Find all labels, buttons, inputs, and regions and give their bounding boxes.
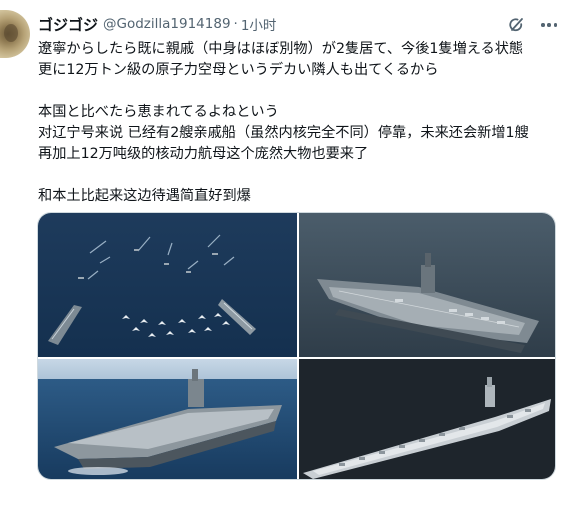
tweet-line: 本国と比べたら恵まれてるよねという <box>38 104 279 120</box>
photo-carrier-render[interactable] <box>299 359 555 479</box>
display-name[interactable]: ゴジゴジ <box>38 14 98 35</box>
media-grid <box>37 212 556 480</box>
photo-carrier-blue-sea[interactable] <box>38 359 297 479</box>
tweet-line: 对辽宁号来说 已经有2艘亲戚船（虽然内核完全不同）停靠，未来还会新增1艘 <box>38 125 529 141</box>
timestamp[interactable]: 1小时 <box>241 14 277 34</box>
tweet-line: 遼寧からしたら既に親戚（中身はほぼ別物）が2隻居て、今後1隻増える状態 <box>38 41 524 57</box>
tweet-footer-spacer <box>0 486 574 510</box>
tweet-header: ゴジゴジ @Godzilla1914189 · 1小时 <box>38 13 276 35</box>
photo-fleet-formation[interactable] <box>38 213 297 357</box>
more-icon[interactable] <box>540 16 558 34</box>
grok-icon[interactable] <box>508 16 526 34</box>
tweet-text: 遼寧からしたら既に親戚（中身はほぼ別物）が2隻居て、今後1隻増える状態 更に12… <box>38 39 563 207</box>
photo-carrier-at-sea[interactable] <box>299 213 555 357</box>
tweet-line: 和本土比起来这边待遇简直好到爆 <box>38 188 251 204</box>
tweet-line: 再加上12万吨级的核动力航母这个庞然大物也要来了 <box>38 146 369 162</box>
separator-dot: · <box>233 16 238 32</box>
avatar[interactable] <box>0 10 30 58</box>
tweet-line: 更に12万トン級の原子力空母というデカい隣人も出てくるから <box>38 62 439 78</box>
tweet-actions <box>508 16 558 34</box>
user-handle[interactable]: @Godzilla1914189 <box>103 16 231 32</box>
